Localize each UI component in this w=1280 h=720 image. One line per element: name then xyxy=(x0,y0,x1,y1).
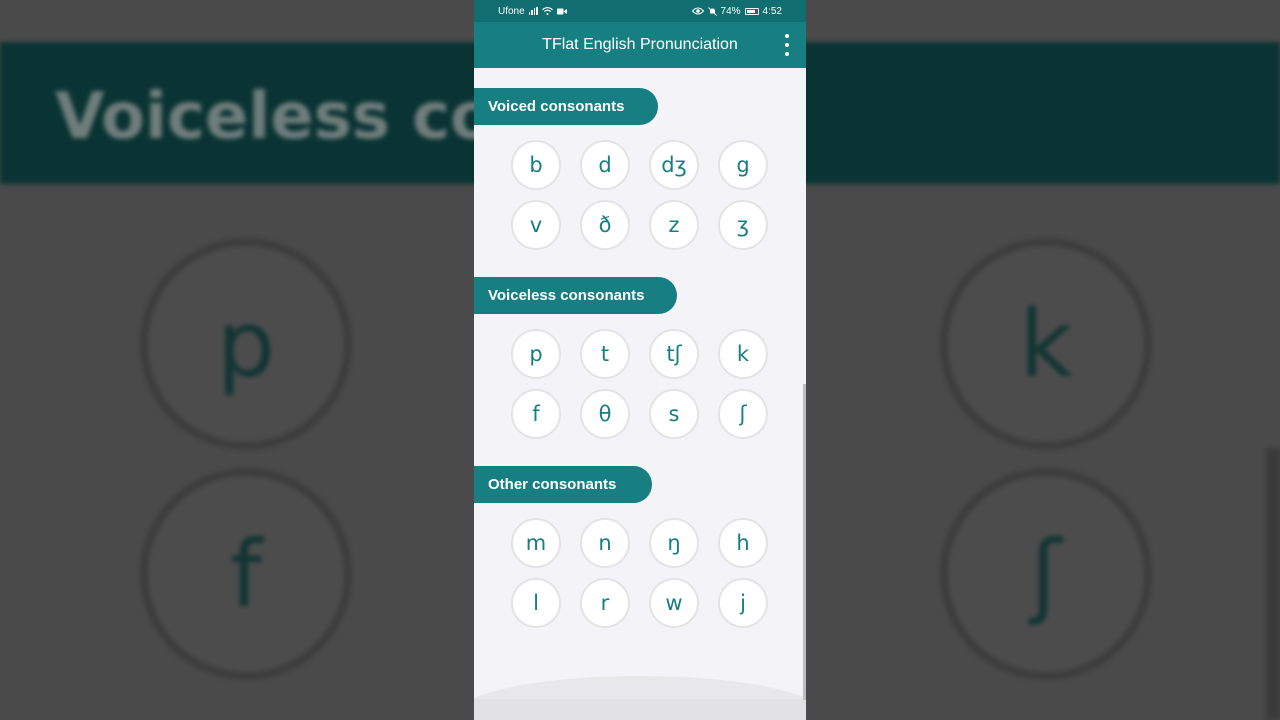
symbol-button[interactable]: l xyxy=(511,578,561,628)
symbol-button[interactable]: r xyxy=(580,578,630,628)
symbol-button[interactable]: tʃ xyxy=(649,329,699,379)
scrollbar[interactable] xyxy=(803,384,806,700)
background-symbol-circle: ʃ xyxy=(940,468,1152,680)
symbol-button[interactable]: j xyxy=(718,578,768,628)
background-symbol-circle: f xyxy=(140,468,352,680)
app-bar: TFlat English Pronunciation xyxy=(474,22,806,68)
background-symbol-circle: p xyxy=(140,238,352,450)
wifi-icon xyxy=(541,7,553,15)
symbol-button[interactable]: f xyxy=(511,389,561,439)
symbol-button[interactable]: d xyxy=(580,140,630,190)
eye-icon xyxy=(691,7,704,15)
battery-icon xyxy=(744,7,759,15)
background-symbol-circle: k xyxy=(940,238,1152,450)
carrier-name: Ufone xyxy=(498,5,525,17)
symbol-button[interactable]: g xyxy=(718,140,768,190)
symbol-button[interactable]: ŋ xyxy=(649,518,699,568)
symbol-button[interactable]: b xyxy=(511,140,561,190)
symbol-button[interactable]: ð xyxy=(580,200,630,250)
section-header-voiceless: Voiceless consonants xyxy=(474,277,677,314)
symbol-button[interactable]: z xyxy=(649,200,699,250)
background-edge xyxy=(1266,448,1280,720)
symbol-button[interactable]: ʒ xyxy=(718,200,768,250)
symbol-button[interactable]: dʒ xyxy=(649,140,699,190)
section-header-other: Other consonants xyxy=(474,466,652,503)
navigation-bar xyxy=(474,699,806,720)
symbol-button[interactable]: ʃ xyxy=(718,389,768,439)
app-title: TFlat English Pronunciation xyxy=(542,36,738,53)
symbol-button[interactable]: θ xyxy=(580,389,630,439)
symbol-button[interactable]: w xyxy=(649,578,699,628)
clock: 4:52 xyxy=(762,5,782,17)
status-bar: Ufone 74% 4:52 xyxy=(474,0,806,22)
symbol-button[interactable]: p xyxy=(511,329,561,379)
symbol-button[interactable]: k xyxy=(718,329,768,379)
more-vert-icon xyxy=(785,34,789,38)
signal-icon xyxy=(528,7,538,15)
symbol-button[interactable]: v xyxy=(511,200,561,250)
symbol-button[interactable]: t xyxy=(580,329,630,379)
symbol-button[interactable]: n xyxy=(580,518,630,568)
battery-percent: 74% xyxy=(720,5,741,17)
more-options-button[interactable] xyxy=(780,34,794,56)
section-header-voiced: Voiced consonants xyxy=(474,88,658,125)
video-record-icon xyxy=(556,8,567,14)
mute-bell-icon xyxy=(707,6,717,16)
symbol-button[interactable]: m xyxy=(511,518,561,568)
symbol-button[interactable]: s xyxy=(649,389,699,439)
symbol-button[interactable]: h xyxy=(718,518,768,568)
phone-screen: Ufone 74% 4:52 TFlat English Pronunciati… xyxy=(474,0,806,720)
